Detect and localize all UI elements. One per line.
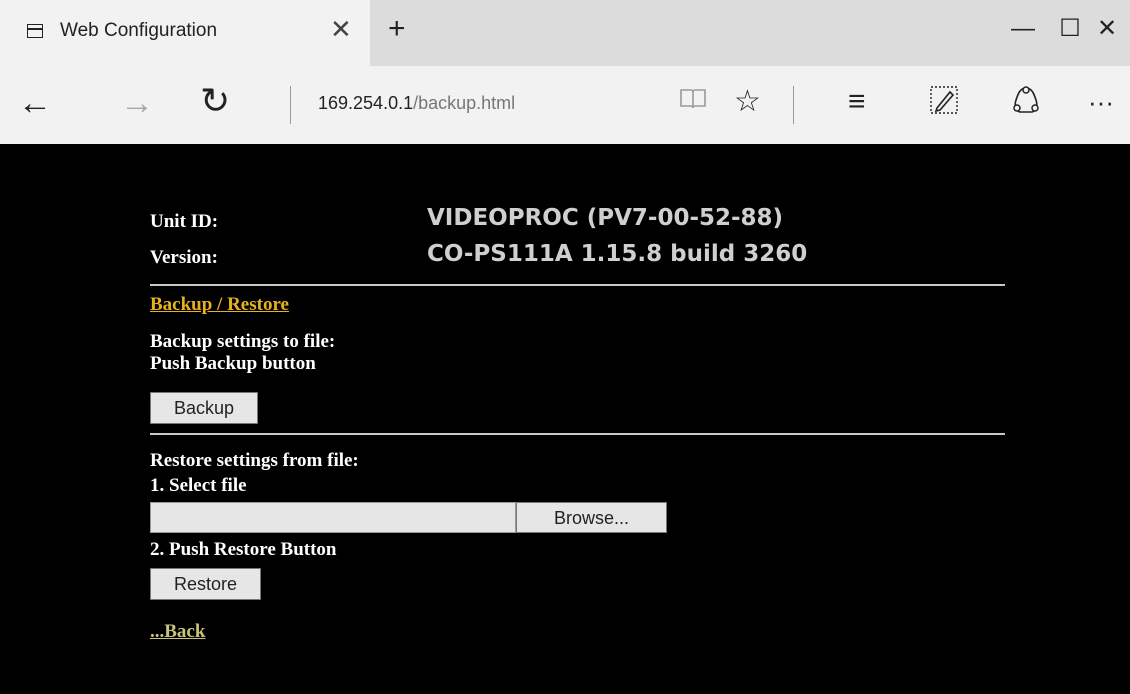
url-field[interactable]: 169.254.0.1/backup.html (318, 93, 515, 114)
divider (793, 86, 794, 124)
close-tab-icon[interactable]: ✕ (330, 16, 352, 42)
hub-icon[interactable]: ≡ (848, 84, 866, 120)
new-tab-button[interactable]: + (388, 14, 406, 44)
backup-instruction-2: Push Backup button (150, 353, 316, 374)
url-host: 169.254.0.1 (318, 93, 414, 113)
favorite-star-icon[interactable]: ☆ (734, 84, 761, 120)
restore-button[interactable]: Restore (150, 568, 261, 600)
divider (150, 433, 1005, 435)
browser-tab[interactable]: Web Configuration ✕ (0, 0, 370, 66)
url-path: /backup.html (413, 93, 516, 113)
share-icon[interactable] (1010, 84, 1042, 125)
page-icon (27, 24, 43, 38)
minimize-button[interactable]: — (1003, 14, 1043, 44)
version-value: CO-PS111A 1.15.8 build 3260 (427, 241, 808, 267)
tab-bar: Web Configuration ✕ + — ☐ ✕ (0, 0, 1130, 66)
reading-view-icon[interactable] (678, 84, 708, 123)
divider (290, 86, 291, 124)
unit-id-label: Unit ID: (150, 211, 219, 232)
back-link[interactable]: ...Back (150, 621, 205, 643)
select-file-label: 1. Select file (150, 475, 247, 496)
close-window-button[interactable]: ✕ (1087, 14, 1127, 44)
browse-button[interactable]: Browse... (516, 502, 667, 533)
refresh-icon[interactable]: ↻ (200, 82, 230, 120)
back-arrow-icon[interactable]: ← (18, 84, 52, 122)
file-path-input[interactable] (150, 502, 516, 533)
divider (150, 284, 1005, 286)
backup-restore-link[interactable]: Backup / Restore (150, 294, 289, 316)
web-note-icon[interactable] (928, 84, 960, 125)
restore-instruction: Restore settings from file: (150, 450, 359, 471)
version-label: Version: (150, 247, 218, 268)
address-bar: ← → ↻ 169.254.0.1/backup.html ☆ ≡ ··· (0, 66, 1130, 144)
tab-title: Web Configuration (60, 20, 218, 41)
forward-arrow-icon[interactable]: → (120, 84, 154, 122)
push-restore-label: 2. Push Restore Button (150, 539, 337, 560)
maximize-button[interactable]: ☐ (1050, 14, 1090, 44)
page-content: Unit ID: VIDEOPROC (PV7-00-52-88) Versio… (0, 144, 1130, 694)
unit-id-value: VIDEOPROC (PV7-00-52-88) (427, 205, 784, 231)
backup-instruction: Backup settings to file: (150, 331, 336, 352)
backup-button[interactable]: Backup (150, 392, 258, 424)
more-icon[interactable]: ··· (1088, 84, 1114, 120)
